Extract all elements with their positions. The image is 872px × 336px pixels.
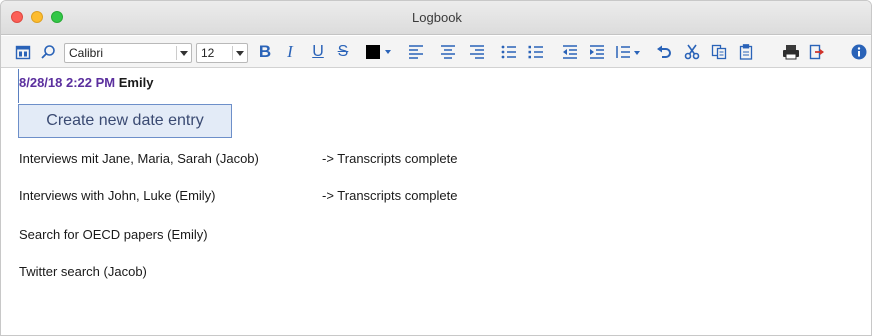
chevron-down-icon — [180, 51, 188, 56]
font-size-value: 12 — [201, 46, 215, 60]
cut-icon[interactable] — [684, 42, 700, 62]
numbered-list-icon[interactable] — [528, 42, 544, 62]
text-color-picker[interactable] — [366, 42, 394, 62]
entry-author: Emily — [118, 75, 154, 90]
strikethrough-button[interactable]: S — [336, 42, 350, 62]
insert-date-icon[interactable] — [14, 42, 32, 62]
tooltip: Create new date entry — [18, 104, 232, 138]
logbook-window: Logbook Calibri 12 B I U S 8/28/18 2:22 … — [0, 0, 872, 336]
chevron-down-icon — [236, 51, 244, 56]
align-left-icon[interactable] — [408, 42, 424, 62]
date-entry-header: 8/28/18 2:22 PM Emily — [19, 75, 153, 90]
list-item: Search for OECD papers (Emily) — [19, 227, 208, 242]
search-icon[interactable] — [39, 42, 57, 62]
window-title: Logbook — [412, 10, 462, 25]
bulleted-list-icon[interactable] — [501, 42, 517, 62]
list-item: Interviews with John, Luke (Emily) — [19, 188, 216, 203]
bold-button[interactable]: B — [257, 42, 273, 62]
line-spacing-icon[interactable] — [616, 42, 644, 62]
export-icon[interactable] — [809, 42, 825, 62]
italic-button[interactable]: I — [284, 42, 296, 62]
copy-icon[interactable] — [711, 42, 727, 62]
font-family-select[interactable]: Calibri — [64, 43, 192, 63]
decrease-indent-icon[interactable] — [562, 42, 578, 62]
undo-icon[interactable] — [656, 42, 672, 62]
print-icon[interactable] — [782, 42, 800, 62]
align-center-icon[interactable] — [440, 42, 456, 62]
list-item-note: -> Transcripts complete — [322, 151, 458, 166]
font-family-value: Calibri — [69, 46, 104, 60]
list-item: Twitter search (Jacob) — [19, 264, 147, 279]
font-size-select[interactable]: 12 — [196, 43, 248, 63]
list-item: Interviews mit Jane, Maria, Sarah (Jacob… — [19, 151, 259, 166]
list-item-note: -> Transcripts complete — [322, 188, 458, 203]
entry-date: 8/28/18 2:22 PM — [19, 75, 116, 90]
underline-button[interactable]: U — [311, 42, 325, 62]
paste-icon[interactable] — [738, 42, 754, 62]
info-icon[interactable] — [850, 42, 868, 62]
title-bar: Logbook — [1, 1, 871, 35]
formatting-toolbar: Calibri 12 B I U S — [1, 36, 871, 68]
increase-indent-icon[interactable] — [589, 42, 605, 62]
align-right-icon[interactable] — [469, 42, 485, 62]
